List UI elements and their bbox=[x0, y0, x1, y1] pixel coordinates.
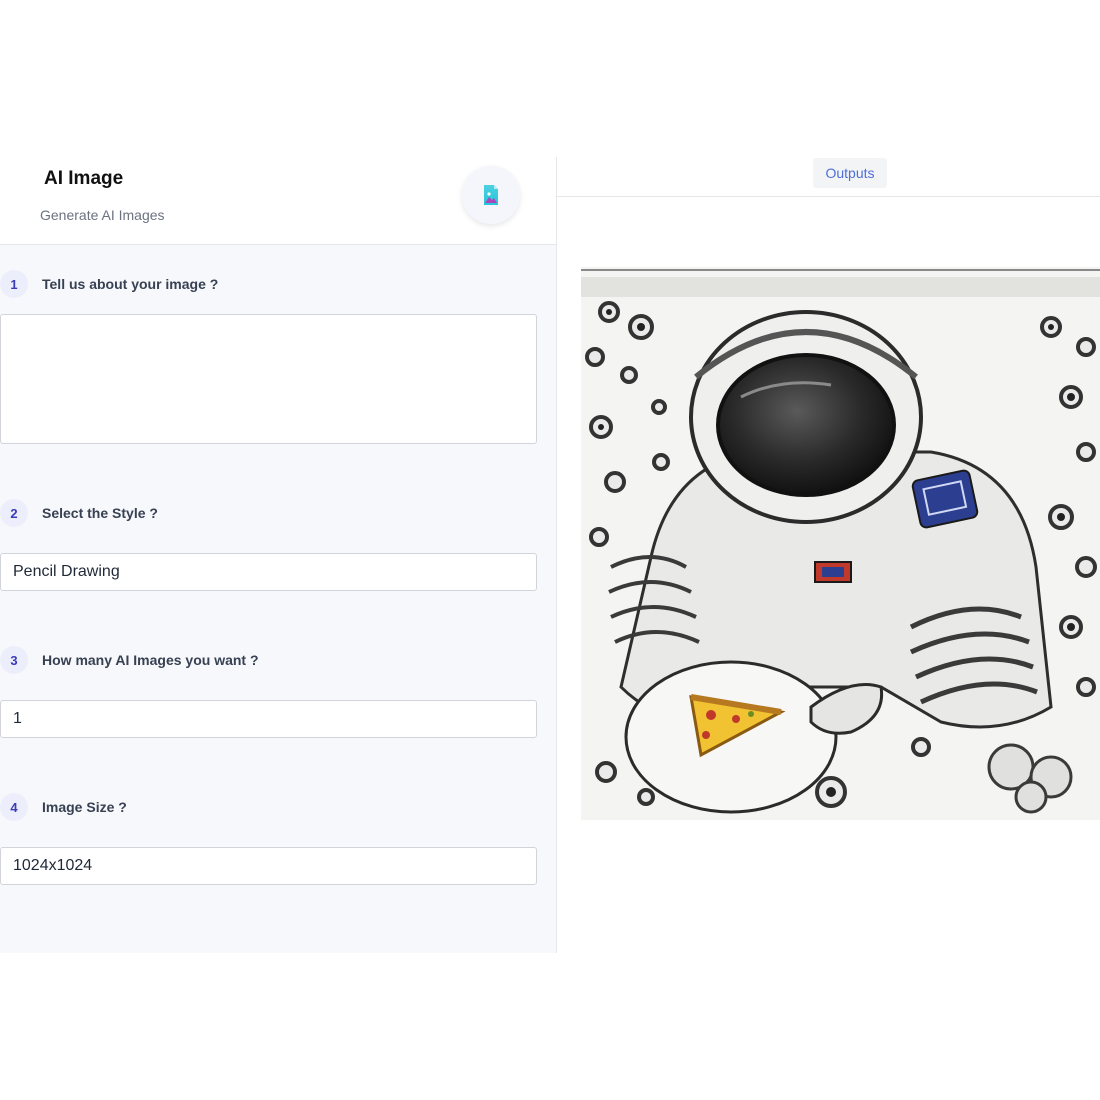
step-number-badge: 4 bbox=[0, 793, 28, 821]
question-3: 3 How many AI Images you want ? bbox=[0, 646, 259, 674]
step-number-badge: 2 bbox=[0, 499, 28, 527]
tab-outputs[interactable]: Outputs bbox=[813, 158, 887, 188]
output-panel: Outputs bbox=[557, 157, 1100, 953]
question-1: 1 Tell us about your image ? bbox=[0, 270, 218, 298]
question-label: Select the Style ? bbox=[42, 505, 158, 521]
generated-image[interactable] bbox=[581, 267, 1100, 820]
question-label: Tell us about your image ? bbox=[42, 276, 219, 292]
astronaut-pizza-drawing bbox=[581, 267, 1100, 820]
panel-header: AI Image Generate AI Images bbox=[0, 157, 556, 245]
form-body: 1 Tell us about your image ? 2 Select th… bbox=[0, 245, 556, 953]
style-select-value: Pencil Drawing bbox=[13, 563, 120, 580]
question-label: Image Size ? bbox=[42, 799, 127, 815]
question-2: 2 Select the Style ? bbox=[0, 499, 158, 527]
image-count-input[interactable]: 1 bbox=[0, 700, 537, 738]
image-count-value: 1 bbox=[13, 710, 22, 727]
image-description-textarea[interactable] bbox=[0, 314, 537, 444]
step-number-badge: 3 bbox=[0, 646, 28, 674]
output-header: Outputs bbox=[557, 157, 1100, 197]
app-container: AI Image Generate AI Images 1 Tell us ab… bbox=[0, 157, 1100, 953]
app-icon-badge bbox=[462, 166, 520, 224]
style-select[interactable]: Pencil Drawing bbox=[0, 553, 537, 591]
page-title: AI Image bbox=[44, 168, 124, 189]
image-file-icon bbox=[484, 185, 498, 205]
question-4: 4 Image Size ? bbox=[0, 793, 127, 821]
image-size-select[interactable]: 1024x1024 bbox=[0, 847, 537, 885]
image-size-value: 1024x1024 bbox=[13, 857, 93, 874]
input-panel: AI Image Generate AI Images 1 Tell us ab… bbox=[0, 157, 557, 953]
question-label: How many AI Images you want ? bbox=[42, 652, 259, 668]
step-number-badge: 1 bbox=[0, 270, 28, 298]
page-subtitle: Generate AI Images bbox=[40, 207, 165, 223]
